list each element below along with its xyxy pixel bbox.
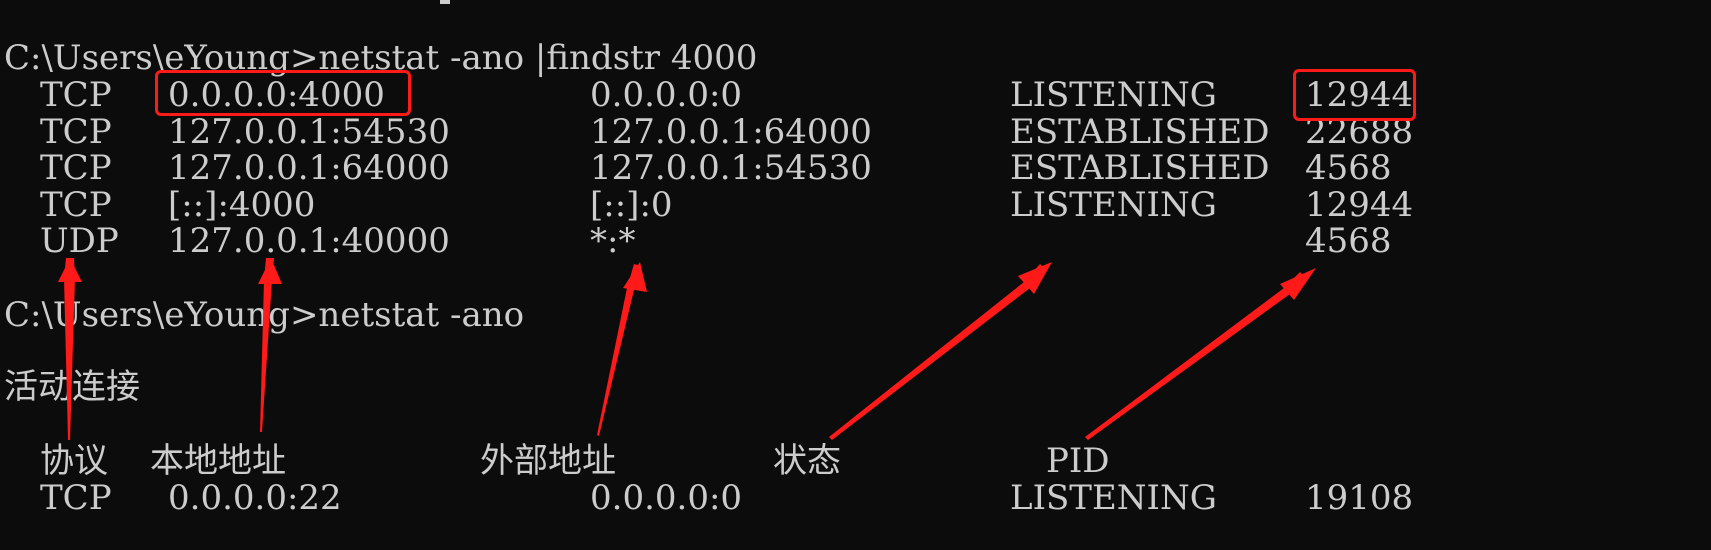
- row-foreign-address: 127.0.0.1:54530: [590, 148, 872, 188]
- row-local-address: 0.0.0.0:22: [168, 478, 342, 518]
- row-pid: 12944: [1305, 185, 1414, 225]
- row-state: LISTENING: [1010, 185, 1217, 225]
- row-proto: UDP: [40, 221, 119, 261]
- row-foreign-address: 0.0.0.0:0: [590, 478, 743, 518]
- row-local-address: 127.0.0.1:40000: [168, 221, 450, 261]
- local-address-highlight: [155, 70, 411, 116]
- row-proto: TCP: [40, 75, 112, 115]
- row-foreign-address: 0.0.0.0:0: [590, 75, 743, 115]
- arrow-to-local-address: [260, 258, 274, 432]
- previous-output-remnant: [440, 0, 450, 4]
- terminal-window[interactable]: C:\Users\eYoung>netstat -ano |findstr 40…: [0, 0, 1711, 550]
- arrow-to-foreign-address: [597, 264, 641, 436]
- header-state: 状态: [773, 441, 841, 481]
- header-foreign-address: 外部地址: [480, 441, 616, 481]
- command-line-2: C:\Users\eYoung>netstat -ano: [4, 295, 525, 335]
- row-proto: TCP: [40, 148, 112, 188]
- row-pid: 4568: [1305, 148, 1392, 188]
- row-state: LISTENING: [1010, 478, 1217, 518]
- row-proto: TCP: [40, 185, 112, 225]
- row-foreign-address: 127.0.0.1:64000: [590, 112, 872, 152]
- row-foreign-address: [::]:0: [590, 185, 673, 225]
- row-proto: TCP: [40, 478, 112, 518]
- pid-highlight: [1293, 69, 1416, 121]
- arrow-to-proto: [64, 258, 75, 440]
- header-proto: 协议: [40, 441, 108, 481]
- arrow-to-pid: [1085, 272, 1306, 440]
- header-local-address: 本地地址: [150, 441, 286, 481]
- row-local-address: 127.0.0.1:54530: [168, 112, 450, 152]
- row-pid: 4568: [1305, 221, 1392, 261]
- header-pid: PID: [1046, 441, 1110, 481]
- row-state: LISTENING: [1010, 75, 1217, 115]
- row-state: ESTABLISHED: [1010, 112, 1270, 152]
- row-pid: 19108: [1305, 478, 1414, 518]
- row-state: ESTABLISHED: [1010, 148, 1270, 188]
- row-local-address: 127.0.0.1:64000: [168, 148, 450, 188]
- row-foreign-address: *:*: [590, 221, 636, 261]
- row-proto: TCP: [40, 112, 112, 152]
- arrow-to-state: [829, 264, 1046, 440]
- row-local-address: [::]:4000: [168, 185, 316, 225]
- section-title: 活动连接: [4, 367, 140, 407]
